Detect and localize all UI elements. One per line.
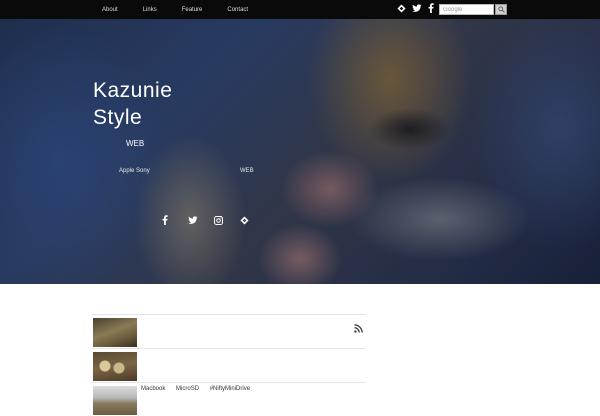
tag-link[interactable]: #NiftyMiniDrive: [210, 386, 250, 392]
hero-background-image: [0, 19, 600, 284]
top-navigation-bar: About Links Feature Contact: [0, 0, 600, 19]
search-icon: [497, 6, 505, 13]
list-item[interactable]: [92, 348, 366, 382]
feedly-icon[interactable]: [397, 3, 406, 13]
list-item[interactable]: [92, 314, 366, 348]
post-thumbnail[interactable]: [93, 352, 137, 381]
nav-about-link[interactable]: About: [102, 7, 118, 13]
nav-feature-link[interactable]: Feature: [182, 7, 203, 13]
feedly-icon[interactable]: [240, 212, 249, 225]
post-list: Macbook MicroSD #NiftyMiniDrive: [92, 314, 366, 416]
site-description-suffix: WEB: [240, 168, 254, 174]
instagram-icon[interactable]: [214, 212, 223, 225]
twitter-icon[interactable]: [188, 212, 198, 224]
rss-icon[interactable]: [354, 320, 363, 338]
tag-link[interactable]: MicroSD: [176, 386, 199, 392]
nav-contact-link[interactable]: Contact: [227, 7, 248, 13]
social-links-top: [397, 3, 434, 13]
post-thumbnail[interactable]: [93, 386, 137, 415]
hero-banner: Kazunie Style WEB Apple Sony WEB: [0, 19, 600, 284]
post-tags: Macbook MicroSD #NiftyMiniDrive: [141, 386, 259, 392]
site-title-line2: Style: [93, 106, 143, 129]
facebook-icon[interactable]: [162, 212, 170, 225]
twitter-icon[interactable]: [412, 3, 422, 13]
site-tagline: WEB: [126, 139, 145, 148]
search-button[interactable]: [495, 4, 507, 15]
list-item[interactable]: Macbook MicroSD #NiftyMiniDrive: [92, 382, 366, 416]
site-description: Apple Sony: [119, 168, 150, 174]
search-input[interactable]: [439, 4, 494, 15]
site-title[interactable]: Kazunie Style: [93, 77, 213, 131]
social-links-hero: [162, 212, 249, 225]
tag-link[interactable]: Macbook: [141, 386, 165, 392]
facebook-icon[interactable]: [428, 3, 434, 13]
post-thumbnail[interactable]: [93, 318, 137, 347]
nav-links-link[interactable]: Links: [143, 7, 157, 13]
main-nav: About Links Feature Contact: [102, 0, 273, 19]
site-title-line1: Kazunie: [93, 79, 173, 102]
